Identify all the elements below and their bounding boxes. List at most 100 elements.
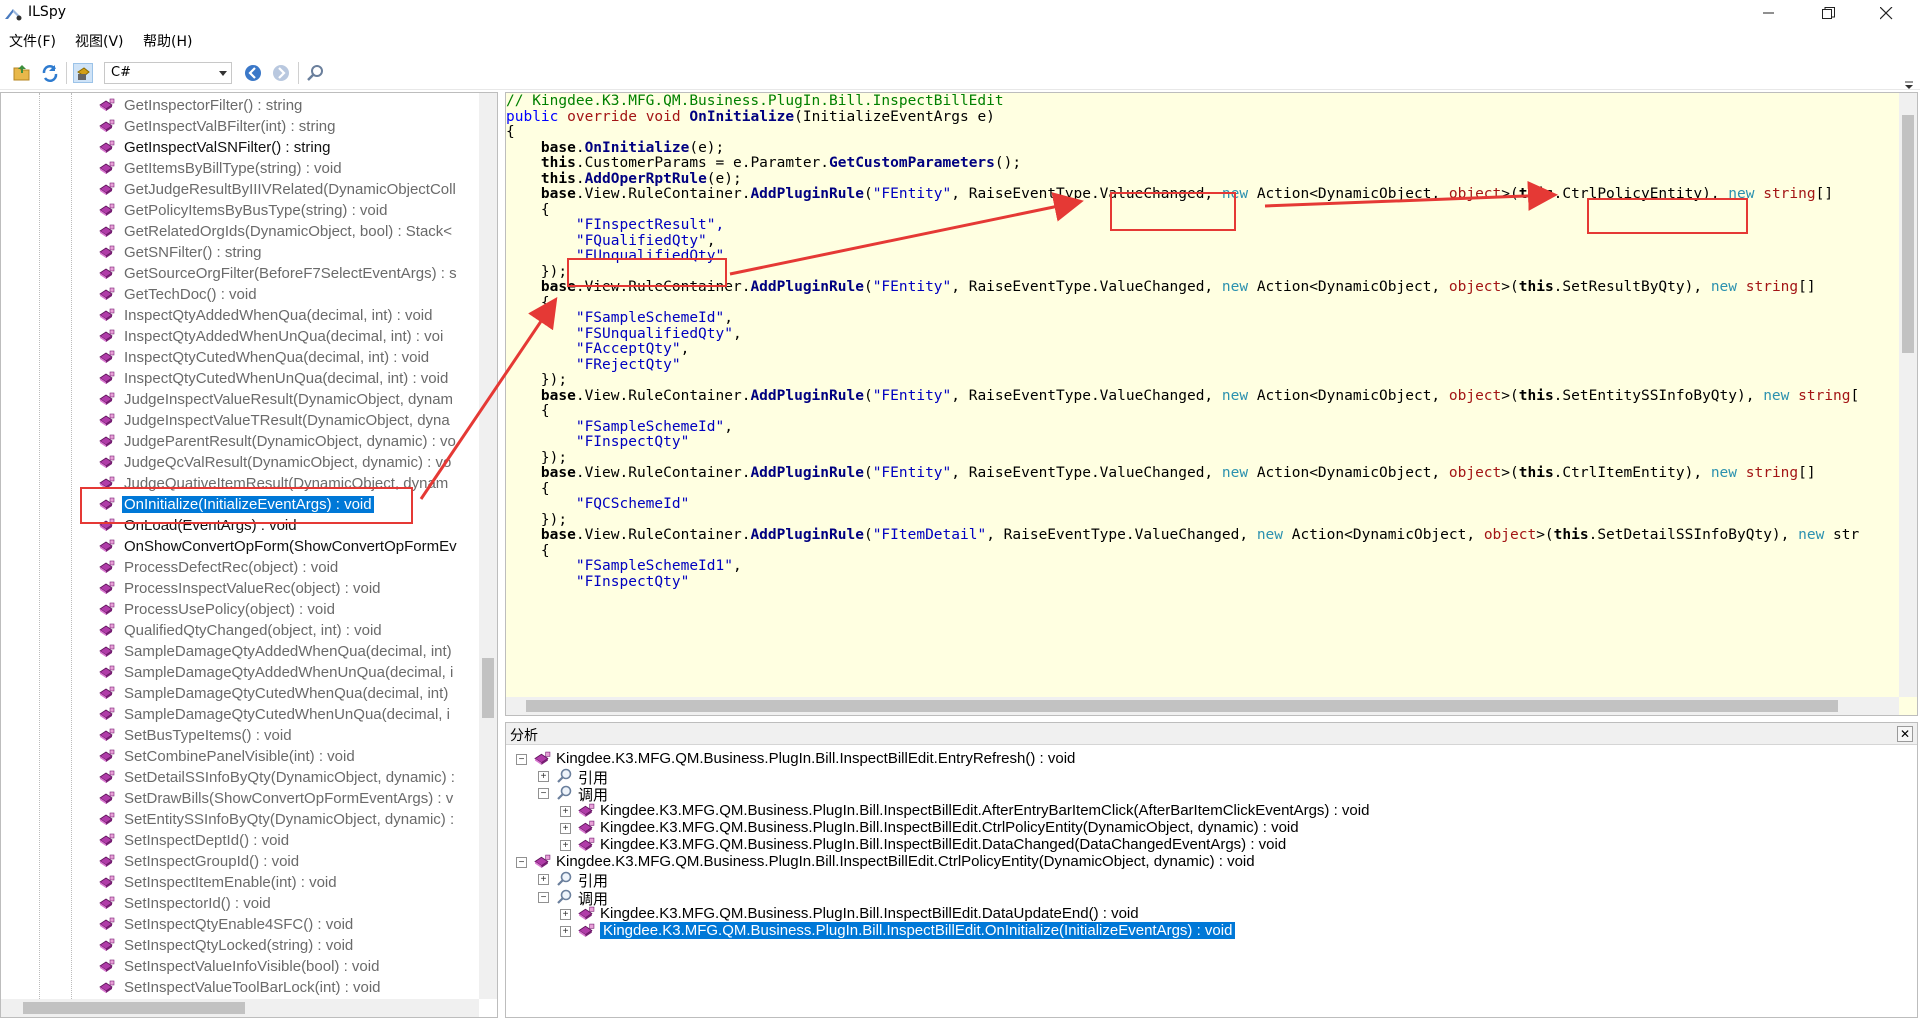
refresh-button[interactable]: [40, 63, 60, 83]
toolbar-overflow-icon[interactable]: [1904, 78, 1914, 92]
tree-item[interactable]: SetEntitySSInfoByQty(DynamicObject, dyna…: [1, 809, 479, 830]
expand-icon[interactable]: +: [560, 840, 571, 851]
minimize-button[interactable]: [1741, 0, 1797, 28]
language-select[interactable]: C#: [104, 62, 232, 84]
expand-icon[interactable]: +: [538, 874, 549, 886]
tree-item[interactable]: SampleDamageQtyCutedWhenUnQua(decimal, i: [1, 704, 479, 725]
tree-item[interactable]: GetItemsByBillType(string) : void: [1, 158, 479, 179]
tree-item[interactable]: SetInspectorId() : void: [1, 893, 479, 914]
code-line: base.View.RuleContainer.AddPluginRule("F…: [506, 527, 1859, 546]
decompiled-code-view[interactable]: // Kingdee.K3.MFG.QM.Business.PlugIn.Bil…: [505, 92, 1918, 716]
tree-item[interactable]: SetBusTypeItems() : void: [1, 725, 479, 746]
code-token: base: [540, 387, 576, 404]
back-button[interactable]: [243, 63, 263, 83]
tree-item[interactable]: JudgeParentResult(DynamicObject, dynamic…: [1, 431, 479, 452]
tree-item[interactable]: GetTechDoc() : void: [1, 284, 479, 305]
analyzer-close-button[interactable]: ✕: [1897, 726, 1913, 742]
tree-item[interactable]: SetInspectDeptId() : void: [1, 830, 479, 851]
tree-item[interactable]: GetSNFilter() : string: [1, 242, 479, 263]
tree-item[interactable]: JudgeInspectValueTResult(DynamicObject, …: [1, 410, 479, 431]
tree-item[interactable]: InspectQtyCutedWhenUnQua(decimal, int) :…: [1, 368, 479, 389]
tree-item[interactable]: GetInspectValSNFilter() : string: [1, 137, 479, 158]
tree-item[interactable]: JudgeInspectValueResult(DynamicObject, d…: [1, 389, 479, 410]
tree-item[interactable]: GetJudgeResultByIIIVRelated(DynamicObjec…: [1, 179, 479, 200]
tree-item[interactable]: JudgeQcValResult(DynamicObject, dynamic)…: [1, 452, 479, 473]
tree-item[interactable]: SampleDamageQtyCutedWhenQua(decimal, int…: [1, 683, 479, 704]
tree-item[interactable]: SetInspectQtyEnable4SFC() : void: [1, 914, 479, 935]
tree-item[interactable]: OnShowConvertOpForm(ShowConvertOpFormEv: [1, 536, 479, 557]
collapse-icon[interactable]: −: [516, 857, 527, 869]
tree-item[interactable]: InspectQtyAddedWhenUnQua(decimal, int) :…: [1, 326, 479, 347]
expand-icon[interactable]: +: [560, 805, 571, 817]
method-icon: [99, 896, 115, 911]
forward-button[interactable]: [271, 63, 291, 83]
tree-hscroll-thumb[interactable]: [23, 1002, 245, 1014]
collapse-icon[interactable]: −: [516, 754, 527, 765]
tree-item[interactable]: GetPolicyItemsByBusType(string) : void: [1, 200, 479, 221]
tree-item[interactable]: SetCombinePanelVisible(int) : void: [1, 746, 479, 767]
tree-vertical-scrollbar[interactable]: [479, 93, 497, 999]
tree-item[interactable]: OnLoad(EventArgs) : void: [1, 515, 479, 536]
tree-item[interactable]: QualifiedQtyChanged(object, int) : void: [1, 620, 479, 641]
menu-file[interactable]: 文件(F): [9, 31, 56, 51]
tree-item-label: GetJudgeResultByIIIVRelated(DynamicObjec…: [124, 181, 456, 198]
tree-item[interactable]: SampleDamageQtyAddedWhenUnQua(decimal, i: [1, 662, 479, 683]
open-button[interactable]: [12, 63, 32, 83]
menu-help[interactable]: 帮助(H): [143, 31, 192, 51]
code-token: >(: [1501, 387, 1519, 404]
code-token: {: [506, 542, 550, 559]
code-token: {: [506, 294, 550, 311]
code-horizontal-scrollbar[interactable]: [506, 697, 1899, 715]
tree-item[interactable]: JudgeQuativeItemResult(DynamicObject, dy…: [1, 473, 479, 494]
tree-item[interactable]: GetInspectorFilter() : string: [1, 95, 479, 116]
tree-item[interactable]: GetInspectValBFilter(int) : string: [1, 116, 479, 137]
tree-item[interactable]: ProcessDefectRec(object) : void: [1, 557, 479, 578]
tree-item[interactable]: InspectQtyCutedWhenQua(decimal, int) : v…: [1, 347, 479, 368]
tree-item[interactable]: SetInspectValueInfoVisible(bool) : void: [1, 956, 479, 977]
collapse-icon[interactable]: −: [538, 788, 549, 800]
collapse-icon[interactable]: −: [538, 891, 549, 903]
tree-item[interactable]: SetInspectGroupId() : void: [1, 851, 479, 872]
code-hscroll-thumb[interactable]: [526, 700, 1838, 712]
tree-item[interactable]: ProcessUsePolicy(object) : void: [1, 599, 479, 620]
code-token: this: [1553, 527, 1589, 543]
menu-view[interactable]: 视图(V): [75, 31, 124, 51]
method-icon: [99, 497, 115, 512]
code-token: base: [540, 465, 576, 481]
analyzer-row-label: Kingdee.K3.MFG.QM.Business.PlugIn.Bill.I…: [600, 836, 1287, 853]
tree-scroll-thumb[interactable]: [482, 658, 494, 718]
search-button[interactable]: [305, 63, 325, 83]
code-scroll-thumb[interactable]: [1902, 115, 1914, 353]
expand-icon[interactable]: +: [560, 926, 571, 937]
tree-item[interactable]: SetInspectItemEnable(int) : void: [1, 872, 479, 893]
expand-icon[interactable]: +: [560, 822, 571, 834]
tree-horizontal-scrollbar[interactable]: [1, 999, 479, 1017]
restore-button[interactable]: [1800, 0, 1856, 28]
assembly-list-button[interactable]: [73, 63, 93, 83]
tree-item[interactable]: SetDetailSSInfoByQty(DynamicObject, dyna…: [1, 767, 479, 788]
tree-item[interactable]: SetInspectQtyLocked(string) : void: [1, 935, 479, 956]
code-token: AddPluginRule: [750, 465, 864, 481]
tree-item[interactable]: SampleDamageQtyAddedWhenQua(decimal, int…: [1, 641, 479, 662]
assembly-tree[interactable]: GetInspectorFilter() : string GetInspectV…: [0, 92, 498, 1018]
tree-item[interactable]: OnInitialize(InitializeEventArgs) : void: [1, 494, 479, 515]
code-token: new: [1221, 279, 1249, 295]
tree-item-label: SetInspectQtyEnable4SFC() : void: [124, 916, 354, 933]
tree-item[interactable]: SetInspectValueToolBarLock(int) : void: [1, 977, 479, 998]
tree-item[interactable]: ProcessInspectValueRec(object) : void: [1, 578, 479, 599]
tree-item[interactable]: GetRelatedOrgIds(DynamicObject, bool) : …: [1, 221, 479, 242]
expand-icon[interactable]: +: [560, 908, 571, 920]
tree-item[interactable]: SetDrawBills(ShowConvertOpFormEventArgs)…: [1, 788, 479, 809]
open-icon: [13, 65, 30, 81]
expand-icon[interactable]: +: [538, 771, 549, 783]
forward-icon: [273, 65, 289, 81]
tree-item[interactable]: GetSourceOrgFilter(BeforeF7SelectEventAr…: [1, 263, 479, 284]
close-button[interactable]: [1858, 0, 1914, 28]
code-token: .SetEntitySSInfoByQty),: [1553, 387, 1764, 404]
code-vertical-scrollbar[interactable]: [1899, 93, 1917, 697]
tree-item[interactable]: InspectQtyAddedWhenQua(decimal, int) : v…: [1, 305, 479, 326]
